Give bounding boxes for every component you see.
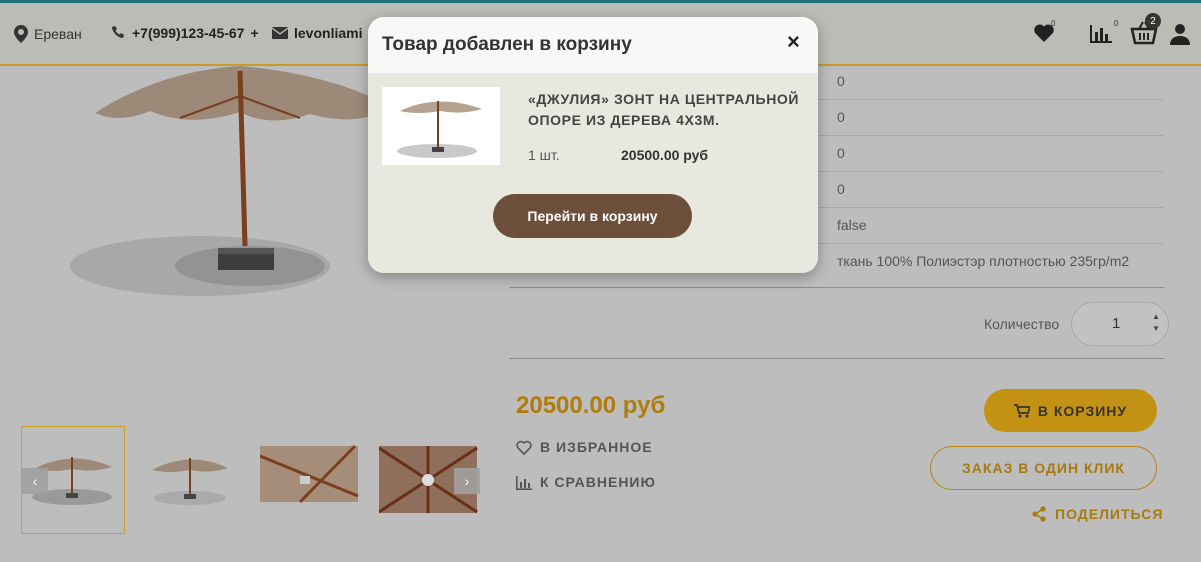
chevron-left-icon: ‹ (32, 473, 38, 489)
umbrella-thumb (397, 101, 482, 158)
one-click-label: ЗАКАЗ В ОДИН КЛИК (962, 460, 1125, 476)
spec-value: 0 (837, 73, 845, 89)
divider (509, 287, 1164, 288)
add-to-compare-link[interactable]: К СРАВНЕНИЮ (516, 474, 656, 490)
spec-value: 0 (837, 145, 845, 161)
share-icon (1032, 506, 1046, 522)
compare-label: К СРАВНЕНИЮ (540, 474, 656, 490)
account-link[interactable] (1170, 23, 1190, 50)
main-product-image[interactable] (60, 66, 390, 316)
bar-chart-icon (516, 475, 532, 490)
map-marker-icon (14, 25, 28, 43)
spec-value: false (837, 217, 867, 233)
carousel-next-button[interactable]: › (454, 468, 480, 494)
quantity-arrows[interactable]: ▲ ▼ (1152, 311, 1160, 335)
envelope-icon (272, 27, 288, 39)
modal-product-price: 20500.00 руб (621, 147, 709, 163)
city-name: Ереван (34, 26, 82, 42)
spec-value: 0 (837, 109, 845, 125)
cart-link[interactable]: 2 (1130, 13, 1161, 50)
thumbnail-3[interactable] (259, 426, 364, 534)
spec-value: ткань 100% Полиэстэр плотностью 235гр/m2 (837, 253, 1130, 269)
umbrella-thumb (152, 458, 228, 505)
thumbnail-2[interactable] (140, 426, 244, 534)
share-link[interactable]: ПОДЕЛИТЬСЯ (1031, 506, 1163, 522)
modal-product-name[interactable]: «ДЖУЛИЯ» ЗОНТ НА ЦЕНТРАЛЬНОЙ ОПОРЕ ИЗ ДЕ… (528, 89, 808, 131)
phone-more[interactable]: + (250, 25, 258, 41)
share-label: ПОДЕЛИТЬСЯ (1055, 506, 1164, 522)
add-to-wishlist-link[interactable]: В ИЗБРАННОЕ (516, 439, 653, 455)
email-address: levonliami (294, 25, 363, 41)
spec-value: 0 (837, 181, 845, 197)
phone-link[interactable]: +7(999)123-45-67 + (112, 25, 259, 41)
wishlist-count: 0 (1051, 19, 1056, 28)
umbrella-image (70, 66, 390, 296)
one-click-order-button[interactable]: ЗАКАЗ В ОДИН КЛИК (930, 446, 1157, 490)
user-icon (1170, 24, 1190, 45)
modal-product-qty: 1 шт. (528, 147, 560, 163)
modal-title: Товар добавлен в корзину (382, 34, 632, 55)
cart-count-badge: 2 (1145, 13, 1161, 29)
heart-outline-icon (516, 440, 532, 455)
product-price: 20500.00 руб (516, 392, 666, 419)
quantity-stepper[interactable]: 1 ▲ ▼ (1071, 302, 1169, 346)
umbrella-detail-thumb (259, 444, 359, 504)
go-to-cart-label: Перейти в корзину (527, 208, 658, 224)
chevron-right-icon: › (464, 473, 470, 489)
modal-product-image (382, 87, 500, 165)
cart-icon (1013, 403, 1030, 417)
go-to-cart-button[interactable]: Перейти в корзину (493, 194, 692, 238)
modal-body: «ДЖУЛИЯ» ЗОНТ НА ЦЕНТРАЛЬНОЙ ОПОРЕ ИЗ ДЕ… (368, 73, 818, 273)
phone-number: +7(999)123-45-67 (132, 25, 245, 41)
bar-chart-icon (1090, 25, 1112, 43)
email-link[interactable]: levonliami (272, 25, 362, 41)
wishlist-link[interactable]: 0 (1033, 19, 1055, 48)
quantity-label: Количество (984, 316, 1060, 332)
add-to-cart-label: В КОРЗИНУ (1037, 402, 1128, 419)
close-icon[interactable]: × (787, 29, 800, 55)
phone-icon (112, 26, 124, 38)
quantity-value[interactable]: 1 (1112, 315, 1120, 332)
modal-header: Товар добавлен в корзину × (368, 17, 818, 73)
increment-icon[interactable]: ▲ (1152, 311, 1160, 323)
decrement-icon[interactable]: ▼ (1152, 323, 1160, 335)
compare-count: 0 (1114, 19, 1119, 28)
divider (509, 358, 1164, 359)
compare-link[interactable]: 0 (1090, 19, 1118, 48)
add-to-cart-button[interactable]: В КОРЗИНУ (984, 389, 1157, 432)
thumbnail-carousel: ‹ › (20, 426, 490, 536)
city-selector[interactable]: Ереван (14, 25, 82, 43)
carousel-prev-button[interactable]: ‹ (22, 468, 48, 494)
wishlist-label: В ИЗБРАННОЕ (540, 439, 653, 455)
added-to-cart-modal: Товар добавлен в корзину × «ДЖУЛИЯ» ЗОНТ… (368, 17, 818, 273)
